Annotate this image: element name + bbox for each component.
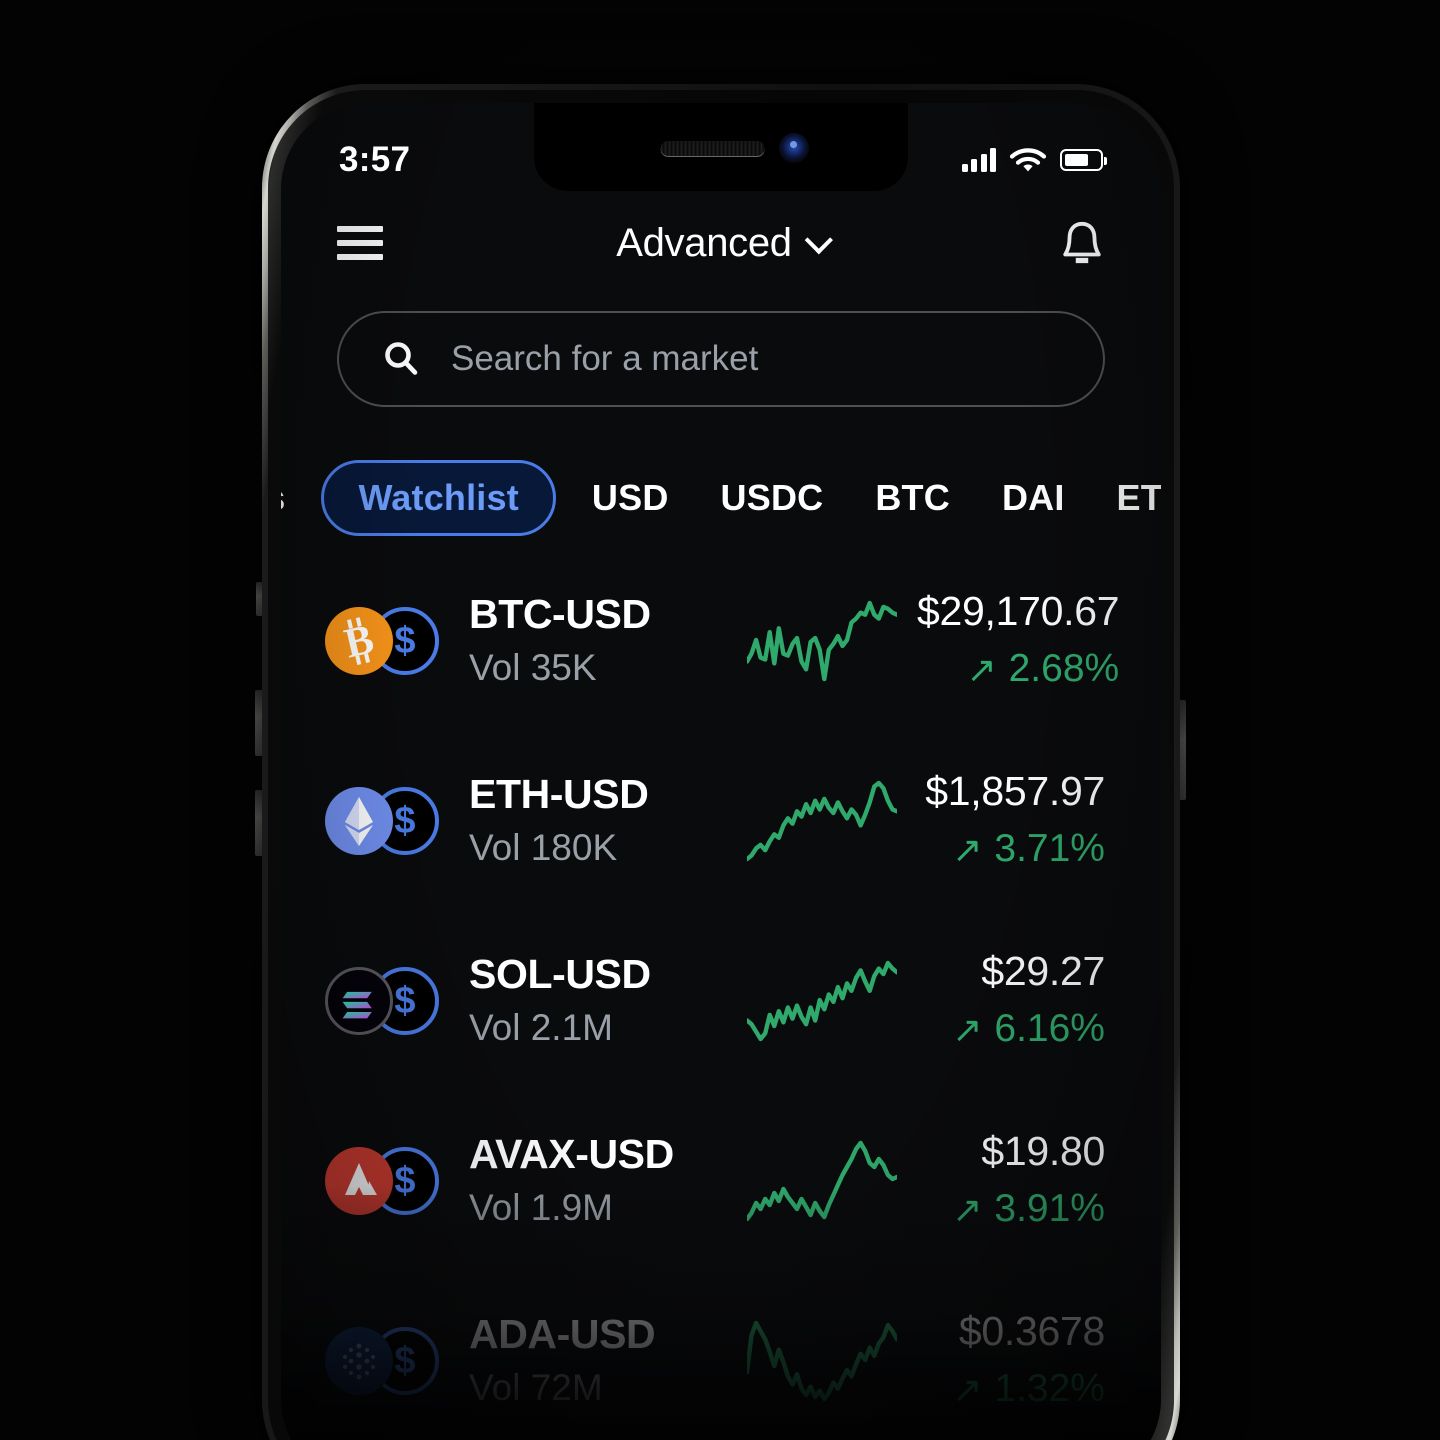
price-change-value: 2.68% <box>1008 647 1120 691</box>
price-sparkline-chart <box>727 1313 917 1409</box>
chevron-down-icon <box>804 226 833 255</box>
price-sparkline-chart <box>727 953 917 1049</box>
phone-screen: 3:57 Advanced Search for a market Watchl… <box>281 103 1161 1440</box>
price-change-value: 6.16% <box>994 1007 1105 1051</box>
price-value: $1,857.97 <box>925 768 1105 815</box>
ticker-column: SOL-USD Vol 2.1M <box>441 950 727 1052</box>
price-column: $0.3678 ↗ 1.32% <box>917 1307 1105 1415</box>
ticker-pair-label: ADA-USD <box>469 1310 656 1357</box>
ticker-volume-label: Vol 35K <box>469 647 597 689</box>
ticker-volume-label: Vol 1.9M <box>469 1187 613 1229</box>
coin-pair-icons: B $ <box>325 599 441 683</box>
price-change-badge: ↗ 3.91% <box>917 1184 1105 1235</box>
market-row[interactable]: $ AVAX-USD Vol 1.9M $19.80 ↗ 3.91% <box>281 1091 1161 1271</box>
arrow-up-right-icon: ↗ <box>952 1368 983 1410</box>
ticker-pair-label: SOL-USD <box>469 950 651 997</box>
cellular-bars-icon <box>961 148 996 172</box>
screenshot-stage: 3:57 Advanced Search for a market Watchl… <box>0 0 1440 1440</box>
price-column: $29,170.67 ↗ 2.68% <box>917 587 1120 695</box>
arrow-up-right-icon: ↗ <box>952 828 983 870</box>
price-change-badge: ↗ 2.68% <box>917 644 1119 695</box>
tab-usd[interactable]: USD <box>566 477 695 519</box>
price-change-value: 1.32% <box>994 1367 1105 1411</box>
hamburger-menu-icon[interactable] <box>337 226 383 260</box>
app-header: Advanced <box>281 195 1161 291</box>
bell-icon[interactable] <box>1059 219 1105 267</box>
view-selector-dropdown[interactable]: Advanced <box>383 221 1059 266</box>
phone-frame: 3:57 Advanced Search for a market Watchl… <box>262 84 1180 1440</box>
search-icon <box>385 342 418 375</box>
price-column: $1,857.97 ↗ 3.71% <box>917 767 1105 875</box>
search-section: Search for a market <box>281 311 1161 407</box>
status-indicators <box>961 146 1107 174</box>
market-row[interactable]: $ SOL-USD Vol 2.1M $29.27 ↗ 6.16% <box>281 911 1161 1091</box>
price-sparkline-chart <box>727 773 917 869</box>
market-row[interactable]: $ ADA-USD Vol 72M $0.3678 ↗ 1.32% <box>281 1271 1161 1440</box>
price-sparkline-chart <box>727 593 917 689</box>
bitcoin-icon: B <box>325 607 393 675</box>
ticker-column: BTC-USD Vol 35K <box>441 590 727 692</box>
search-input[interactable]: Search for a market <box>337 311 1105 407</box>
price-value: $29.27 <box>981 948 1105 995</box>
price-column: $19.80 ↗ 3.91% <box>917 1127 1105 1235</box>
price-column: $29.27 ↗ 6.16% <box>917 947 1105 1055</box>
price-change-badge: ↗ 6.16% <box>917 1004 1105 1055</box>
wifi-icon <box>1009 148 1047 172</box>
arrow-up-right-icon: ↗ <box>952 1008 983 1050</box>
tab-dai[interactable]: DAI <box>976 477 1091 519</box>
market-list[interactable]: B $ BTC-USD Vol 35K $29,170.67 ↗ 2.68% $ ETH-USD… <box>281 551 1161 1440</box>
price-change-value: 3.71% <box>994 827 1105 871</box>
coin-pair-icons: $ <box>325 1319 441 1403</box>
ticker-volume-label: Vol 2.1M <box>469 1007 613 1049</box>
tab-usdc[interactable]: USDC <box>695 477 850 519</box>
page-title: Advanced <box>616 220 792 265</box>
price-value: $29,170.67 <box>917 588 1120 635</box>
ticker-volume-label: Vol 180K <box>469 827 618 869</box>
avalanche-icon <box>325 1147 393 1215</box>
ticker-pair-label: BTC-USD <box>469 590 651 637</box>
ticker-volume-label: Vol 72M <box>469 1367 603 1409</box>
price-change-badge: ↗ 3.71% <box>917 824 1105 875</box>
price-change-badge: ↗ 1.32% <box>917 1364 1105 1415</box>
tab-eth[interactable]: ETH <box>1091 477 1161 519</box>
solana-icon <box>325 967 393 1035</box>
battery-icon <box>1060 149 1107 171</box>
arrow-up-right-icon: ↗ <box>952 1188 983 1230</box>
ethereum-icon <box>325 787 393 855</box>
tab-watchlist[interactable]: Watchlist <box>321 460 556 536</box>
status-bar: 3:57 <box>281 103 1161 195</box>
price-change-value: 3.91% <box>994 1187 1105 1231</box>
ticker-column: AVAX-USD Vol 1.9M <box>441 1130 727 1232</box>
market-row[interactable]: B $ BTC-USD Vol 35K $29,170.67 ↗ 2.68% <box>281 551 1161 731</box>
price-sparkline-chart <box>727 1133 917 1229</box>
ticker-column: ADA-USD Vol 72M <box>441 1310 727 1412</box>
arrow-up-right-icon: ↗ <box>966 648 997 690</box>
coin-pair-icons: $ <box>325 959 441 1043</box>
ticker-pair-label: AVAX-USD <box>469 1130 674 1177</box>
cardano-icon <box>325 1327 393 1395</box>
tab-btc[interactable]: BTC <box>849 477 976 519</box>
search-placeholder-text: Search for a market <box>451 339 759 378</box>
tab-rs[interactable]: rs <box>281 477 311 519</box>
price-value: $19.80 <box>981 1128 1105 1175</box>
ticker-column: ETH-USD Vol 180K <box>441 770 727 872</box>
market-row[interactable]: $ ETH-USD Vol 180K $1,857.97 ↗ 3.71% <box>281 731 1161 911</box>
price-value: $0.3678 <box>958 1308 1105 1355</box>
status-clock: 3:57 <box>339 140 411 179</box>
coin-pair-icons: $ <box>325 1139 441 1223</box>
coin-pair-icons: $ <box>325 779 441 863</box>
ticker-pair-label: ETH-USD <box>469 770 649 817</box>
market-filter-tabs[interactable]: rsWatchlistUSDUSDCBTCDAIETH <box>281 453 1161 543</box>
